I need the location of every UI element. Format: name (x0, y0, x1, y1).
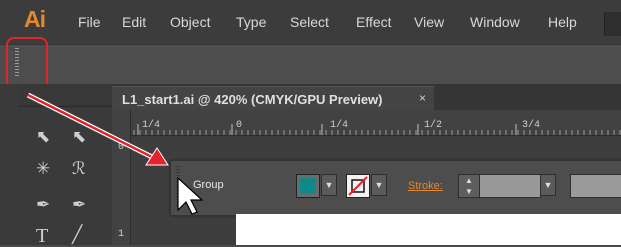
ruler-label: 1/2 (424, 120, 443, 131)
ruler-label: 0 (118, 142, 125, 153)
tools-panel-header[interactable] (18, 84, 112, 107)
horizontal-ruler[interactable] (112, 110, 621, 136)
stroke-label[interactable]: Stroke: (408, 180, 443, 192)
no-stroke-icon (348, 176, 368, 196)
magic-wand-tool-icon[interactable]: ✳ (36, 160, 50, 177)
ruler-label: 3/4 (522, 120, 541, 131)
app-logo: Ai (24, 6, 46, 32)
menu-select[interactable]: Select (290, 14, 329, 30)
close-icon[interactable]: × (419, 91, 426, 105)
ruler-label: 0 (236, 120, 243, 131)
menu-file[interactable]: File (78, 14, 101, 30)
stroke-dropdown-chevron-icon[interactable]: ▼ (371, 174, 387, 196)
floating-control-panel-grip[interactable] (176, 166, 180, 206)
menu-effect[interactable]: Effect (356, 14, 392, 30)
lasso-tool-icon[interactable]: ℛ (72, 160, 86, 177)
fill-color (300, 178, 316, 194)
stroke-weight-input[interactable] (479, 174, 541, 198)
pen-tool-icon[interactable]: ✒ (36, 196, 50, 213)
fill-dropdown-chevron-icon[interactable]: ▼ (321, 174, 337, 196)
menu-help[interactable]: Help (548, 14, 577, 30)
ruler-label: 1 (118, 229, 125, 240)
menu-object[interactable]: Object (170, 14, 210, 30)
ruler-label: 1/4 (142, 120, 161, 131)
menu-window[interactable]: Window (470, 14, 520, 30)
search-field[interactable] (604, 12, 621, 36)
tools-panel (0, 84, 112, 245)
stroke-weight-chevron-icon[interactable]: ▼ (540, 174, 556, 196)
menu-view[interactable]: View (414, 14, 444, 30)
curvature-tool-icon[interactable]: ✒ (72, 196, 86, 213)
artboard[interactable] (236, 214, 621, 245)
control-panel (0, 44, 621, 85)
document-tab[interactable]: L1_start1.ai @ 420% (CMYK/GPU Preview) × (112, 86, 434, 111)
menu-edit[interactable]: Edit (122, 14, 146, 30)
fill-swatch[interactable] (296, 174, 320, 198)
ruler-ticks (115, 124, 621, 135)
line-tool-icon[interactable]: ╱ (72, 226, 82, 243)
ruler-label: 1/4 (330, 120, 349, 131)
variable-width-field[interactable] (570, 174, 621, 198)
selection-tool-icon[interactable]: ⬉ (36, 128, 50, 145)
vertical-ruler[interactable] (112, 110, 131, 245)
type-tool-icon[interactable]: T (36, 226, 48, 246)
document-tab-title: L1_start1.ai @ 420% (CMYK/GPU Preview) (122, 92, 383, 107)
stroke-swatch[interactable] (346, 174, 370, 198)
direct-selection-tool-icon[interactable]: ⬉ (72, 128, 86, 145)
menu-type[interactable]: Type (236, 14, 266, 30)
stroke-weight-stepper[interactable]: ▲ ▼ (458, 174, 480, 198)
selection-type-label: Group (193, 179, 224, 191)
